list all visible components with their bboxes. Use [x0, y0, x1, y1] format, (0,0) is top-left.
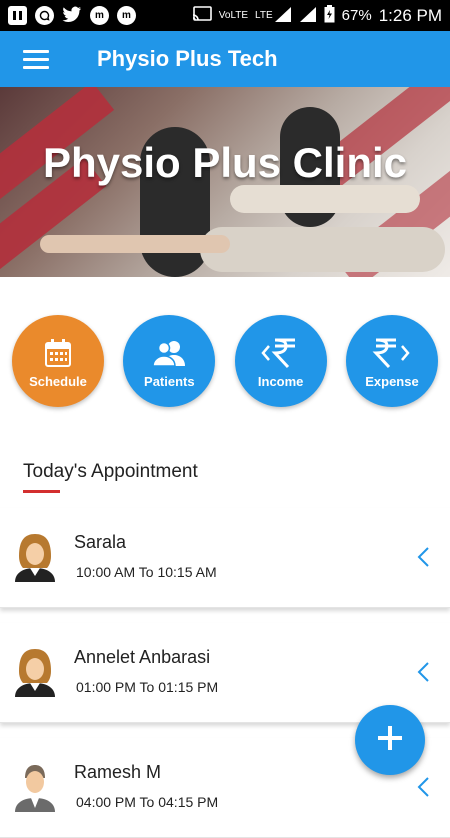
appointment-time: 01:00 PM To 01:15 PM: [76, 679, 219, 695]
hero-title: Physio Plus Clinic: [42, 139, 408, 186]
patient-name: Ramesh M: [74, 762, 162, 782]
patient-name: Annelet Anbarasi: [74, 647, 211, 667]
signal-icon: [299, 6, 317, 26]
rupee-out-icon: [372, 334, 412, 372]
patients-label: Patients: [144, 373, 195, 389]
section-underline: [23, 490, 60, 493]
male-avatar-icon: [13, 760, 57, 812]
lte-label: LTE: [255, 10, 273, 21]
pause-icon: [8, 6, 27, 25]
female-avatar-icon: [13, 530, 57, 582]
clock: 1:26 PM: [378, 5, 442, 25]
status-bar: m m VoLTE LTE 67% 1:26 PM: [0, 0, 450, 31]
income-label: Income: [257, 373, 304, 389]
income-button[interactable]: Income: [234, 315, 327, 407]
section-title: Today's Appointment: [23, 461, 198, 482]
messenger-icon: m: [117, 6, 136, 25]
add-appointment-button[interactable]: [355, 705, 425, 775]
messenger-icon: m: [90, 6, 109, 25]
app-title: Physio Plus Tech: [97, 46, 278, 71]
female-avatar-icon: [13, 645, 57, 697]
app-bar: Physio Plus Tech: [0, 31, 450, 87]
chevron-left-icon[interactable]: [416, 776, 430, 798]
appointment-row[interactable]: Sarala 10:00 AM To 10:15 AM: [0, 508, 450, 608]
appointment-time: 10:00 AM To 10:15 AM: [76, 564, 217, 580]
schedule-label: Schedule: [29, 373, 87, 389]
schedule-button[interactable]: Schedule: [12, 315, 104, 407]
signal-icon: [274, 6, 292, 26]
expense-button[interactable]: Expense: [345, 315, 438, 407]
quick-actions: Schedule Patients Income Expense: [12, 315, 438, 407]
twitter-icon: [62, 6, 82, 26]
chevron-left-icon[interactable]: [416, 546, 430, 568]
rupee-in-icon: [261, 334, 301, 372]
volte-label: VoLTE: [218, 10, 249, 21]
plus-icon: [377, 725, 403, 756]
hamburger-menu-icon[interactable]: [0, 31, 72, 87]
patients-button[interactable]: Patients: [123, 315, 216, 407]
battery-percent: 67%: [341, 7, 372, 24]
patient-name: Sarala: [74, 532, 127, 552]
calendar-icon: [44, 334, 72, 372]
chevron-left-icon[interactable]: [416, 661, 430, 683]
users-icon: [152, 334, 186, 372]
appointment-time: 04:00 PM To 04:15 PM: [76, 794, 219, 810]
battery-icon: [324, 5, 335, 26]
expense-label: Expense: [365, 373, 419, 389]
hero-banner: Physio Plus Clinic: [0, 87, 450, 277]
whatsapp-icon: [35, 6, 54, 25]
cast-icon: [192, 6, 212, 25]
